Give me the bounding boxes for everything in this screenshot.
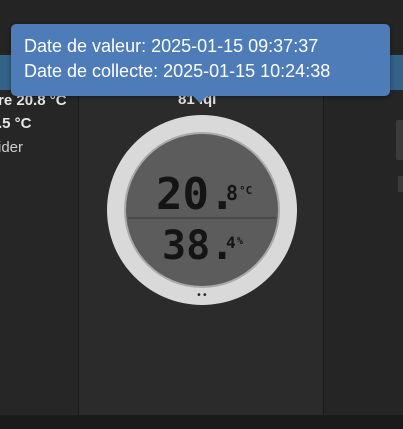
left-panel-value-line: .5 °C — [0, 115, 32, 132]
temperature-integer: 20. — [156, 169, 235, 220]
right-panel — [324, 90, 403, 415]
tooltip-value-date: Date de valeur: 2025-01-15 09:37:37 — [24, 36, 319, 56]
humidity-unit: % — [237, 236, 243, 247]
humidity-integer: 38. — [162, 223, 234, 269]
status-dots: •• — [196, 290, 208, 301]
left-panel-label-line: ider — [0, 139, 24, 156]
app-root: re 20.8 °C .5 °C ider 81 lqi 20. 8 °C 38… — [0, 0, 403, 429]
panel-edge-control[interactable] — [398, 176, 403, 192]
panel-scroll-handle[interactable] — [396, 120, 403, 160]
tooltip-arrow — [192, 95, 208, 103]
humidity-decimal: 4 — [226, 233, 236, 252]
temperature-decimal: 8 — [226, 181, 238, 205]
tooltip-collect-date: Date de collecte: 2025-01-15 10:24:38 — [24, 61, 331, 81]
date-tooltip: Date de valeur: 2025-01-15 09:37:37 Date… — [11, 24, 390, 96]
footer-band — [0, 415, 403, 429]
temperature-unit: °C — [239, 184, 252, 197]
thermometer-device-image[interactable]: 20. 8 °C 38. 4 % •• — [106, 114, 298, 306]
thermometer-drawing: 20. 8 °C 38. 4 % •• — [107, 115, 297, 305]
